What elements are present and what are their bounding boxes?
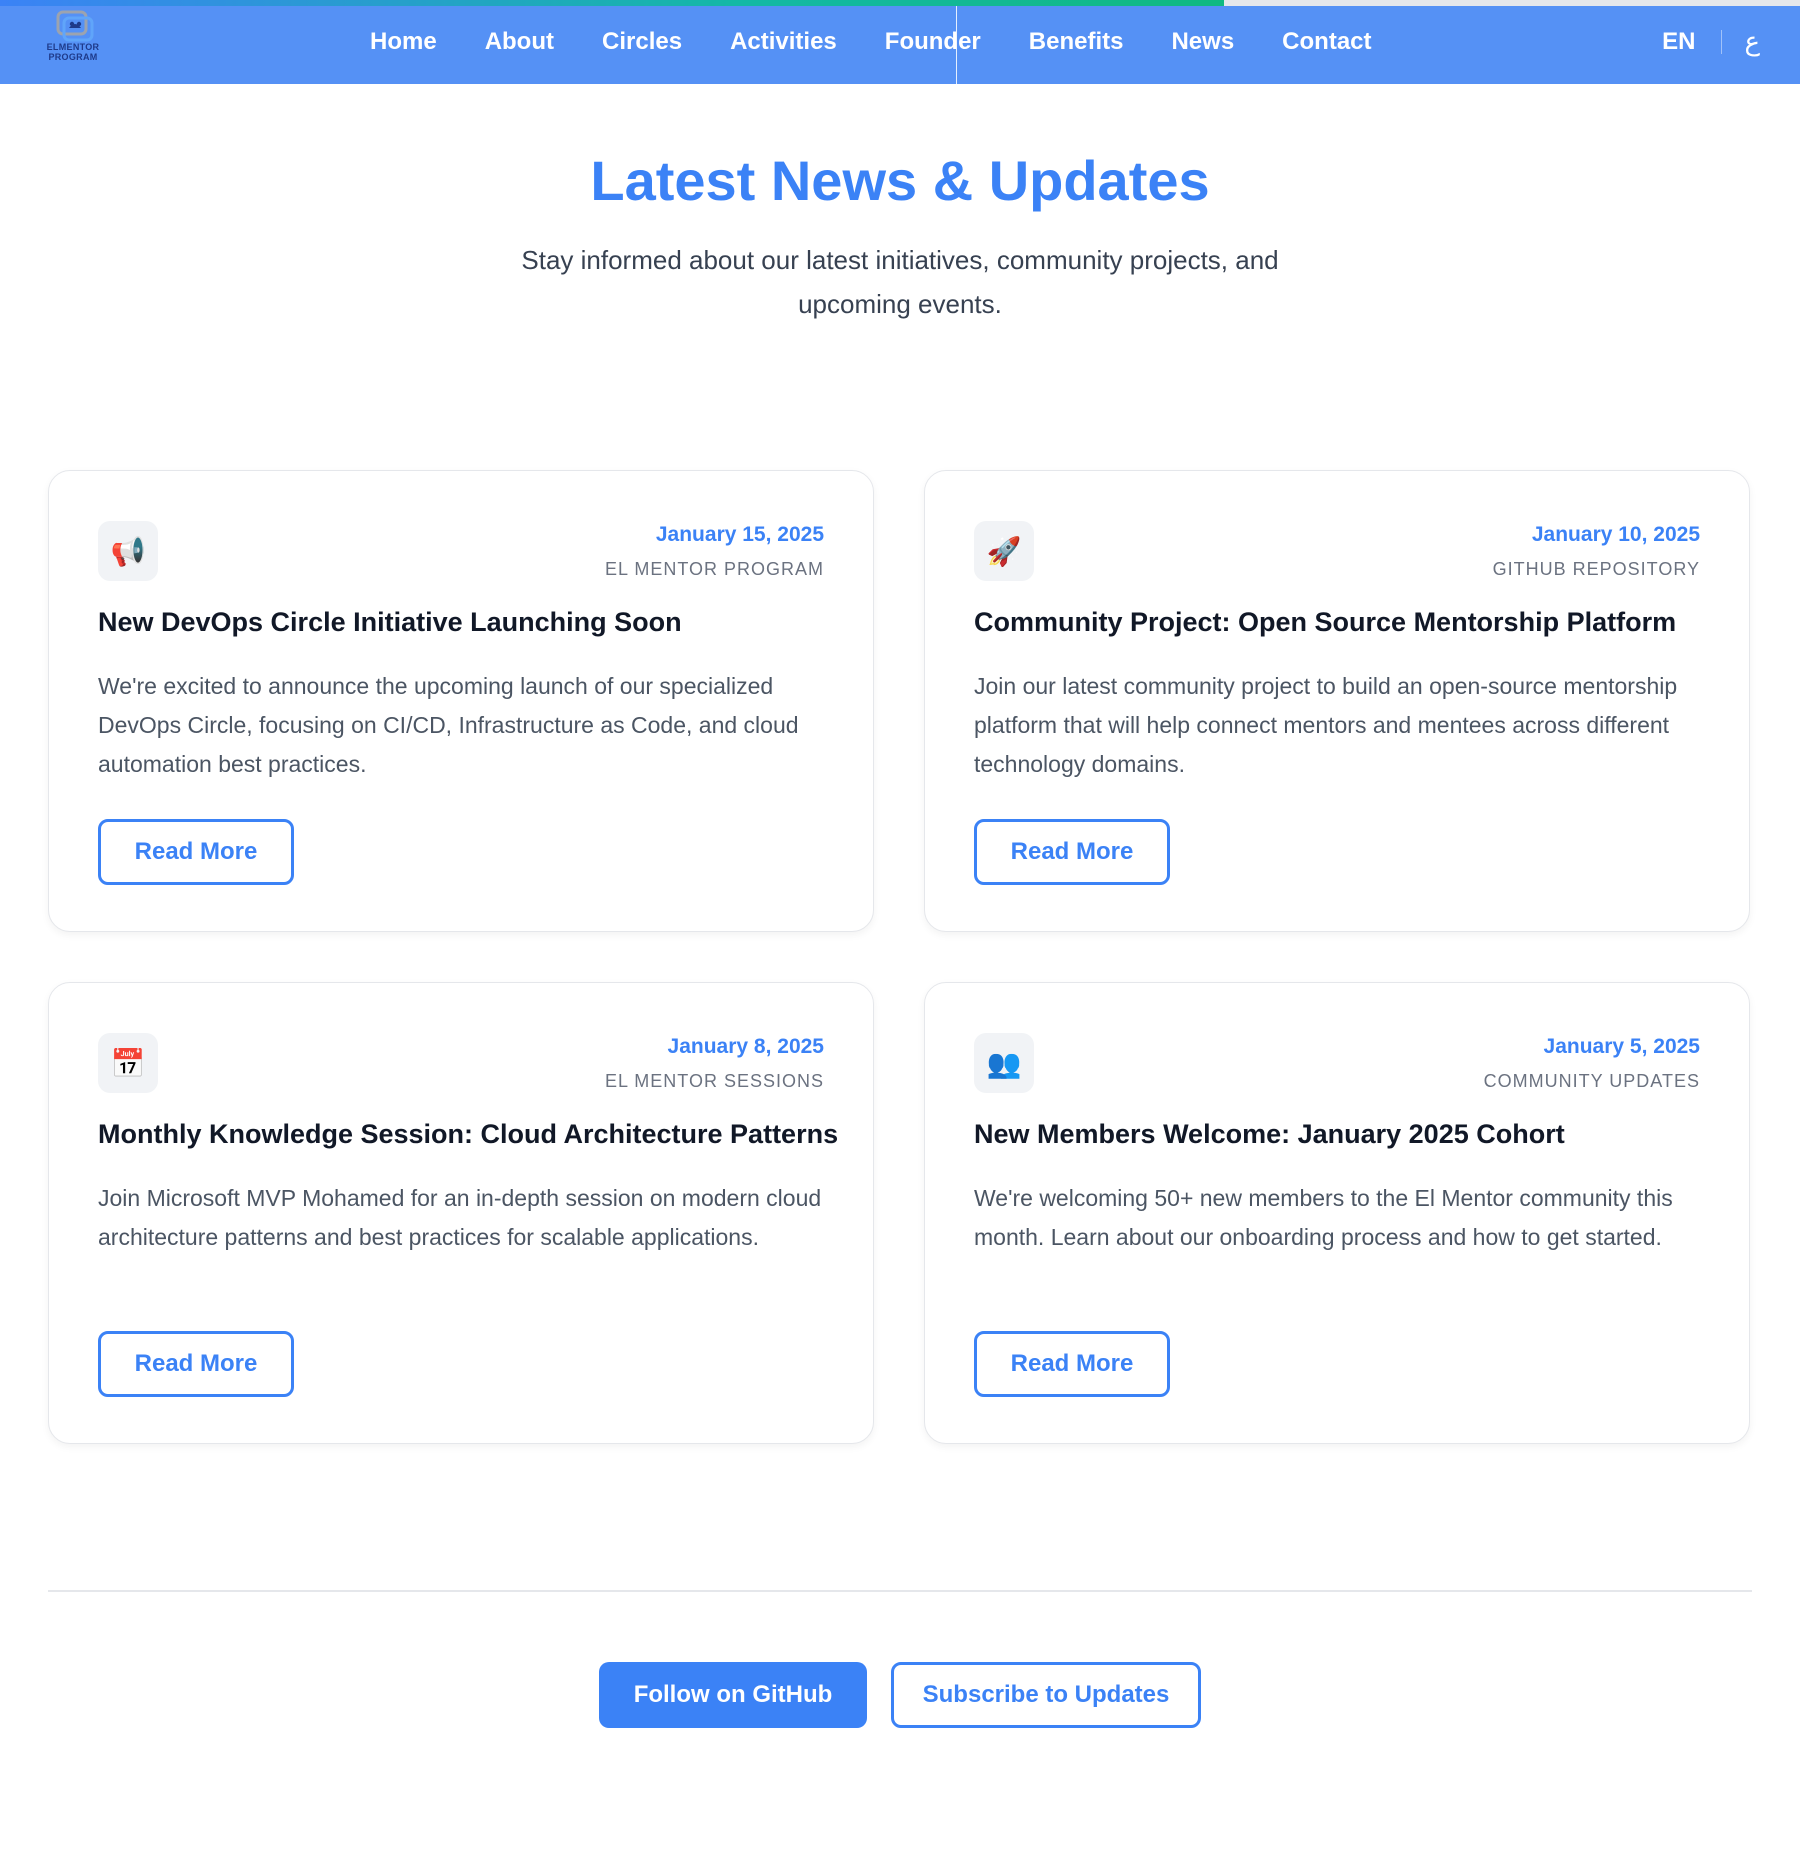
read-more-button[interactable]: Read More	[974, 819, 1170, 885]
news-text: We're welcoming 50+ new members to the E…	[974, 1185, 1673, 1250]
news-date: January 8, 2025	[667, 1035, 824, 1058]
nav-link-activities[interactable]: Activities	[730, 28, 837, 56]
subscribe-button[interactable]: Subscribe to Updates	[891, 1662, 1201, 1728]
news-source: EL MENTOR PROGRAM	[604, 559, 824, 579]
nav-link-founder[interactable]: Founder	[885, 28, 981, 56]
nav-link-home[interactable]: Home	[370, 28, 437, 56]
read-more-button[interactable]: Read More	[98, 1331, 294, 1397]
lang-ar-button[interactable]: ع	[1744, 27, 1760, 57]
news-card: 🚀 January 10, 2025 GITHUB REPOSITORY Com…	[924, 470, 1750, 932]
nav-link-news[interactable]: News	[1171, 28, 1234, 56]
scroll-progress-fill	[0, 0, 1224, 6]
page-title: Latest News & Updates	[590, 149, 1210, 212]
nav-link-circles[interactable]: Circles	[602, 28, 682, 56]
news-card: 👥 January 5, 2025 COMMUNITY UPDATES New …	[924, 982, 1750, 1444]
news-text: We're excited to announce the upcoming l…	[98, 673, 799, 777]
news-title: Monthly Knowledge Session: Cloud Archite…	[98, 1119, 839, 1149]
news-title: Community Project: Open Source Mentorshi…	[974, 607, 1677, 637]
news-card: 📅 January 8, 2025 EL MENTOR SESSIONS Mon…	[48, 982, 874, 1444]
news-grid: 📢 January 15, 2025 EL MENTOR PROGRAM New…	[48, 470, 1752, 1444]
news-date: January 15, 2025	[655, 523, 824, 546]
people-icon: 👥	[974, 1033, 1034, 1093]
site-logo[interactable]: ELMENTOR PROGRAM	[40, 10, 106, 72]
news-text: Join Microsoft MVP Mohamed for an in-dep…	[98, 1185, 822, 1250]
news-meta: January 8, 2025 EL MENTOR SESSIONS	[605, 1035, 824, 1092]
nav-link-about[interactable]: About	[485, 28, 554, 56]
news-date: January 10, 2025	[1531, 523, 1700, 546]
logo-text-line2: PROGRAM	[48, 52, 98, 62]
nav-link-contact[interactable]: Contact	[1282, 28, 1371, 56]
news-date: January 5, 2025	[1543, 1035, 1700, 1058]
news-source: GITHUB REPOSITORY	[1492, 559, 1700, 579]
news-actions: Follow on GitHub Subscribe to Updates	[0, 1662, 1800, 1728]
news-card: 📢 January 15, 2025 EL MENTOR PROGRAM New…	[48, 470, 874, 932]
nav-link-benefits[interactable]: Benefits	[1029, 28, 1124, 56]
mentor-logo-icon	[56, 10, 94, 42]
news-source: COMMUNITY UPDATES	[1483, 1071, 1700, 1091]
nav-divider	[956, 6, 957, 84]
top-navbar: ELMENTOR PROGRAM Home About Circles Acti…	[0, 0, 1800, 84]
follow-github-button[interactable]: Follow on GitHub	[599, 1662, 867, 1728]
logo-text-line1: ELMENTOR	[46, 42, 100, 52]
news-meta: January 10, 2025 GITHUB REPOSITORY	[1493, 523, 1700, 580]
news-meta: January 15, 2025 EL MENTOR PROGRAM	[605, 523, 824, 580]
news-source: EL MENTOR SESSIONS	[604, 1071, 824, 1091]
lang-separator	[1721, 30, 1723, 54]
news-meta: January 5, 2025 COMMUNITY UPDATES	[1484, 1035, 1700, 1092]
main-nav: Home About Circles Activities Founder Be…	[370, 0, 1420, 84]
section-divider	[48, 1590, 1752, 1592]
calendar-icon: 📅	[98, 1033, 158, 1093]
lang-en-button[interactable]: EN	[1662, 28, 1695, 56]
news-title: New DevOps Circle Initiative Launching S…	[98, 607, 682, 637]
page-subtitle: Stay informed about our latest initiativ…	[521, 245, 1279, 319]
megaphone-icon: 📢	[98, 521, 158, 581]
scroll-progress-bar	[0, 0, 1800, 6]
language-switcher: EN ع	[1662, 0, 1760, 84]
rocket-icon: 🚀	[974, 521, 1034, 581]
read-more-button[interactable]: Read More	[974, 1331, 1170, 1397]
read-more-button[interactable]: Read More	[98, 819, 294, 885]
news-title: New Members Welcome: January 2025 Cohort	[974, 1119, 1565, 1149]
news-text: Join our latest community project to bui…	[974, 673, 1678, 777]
